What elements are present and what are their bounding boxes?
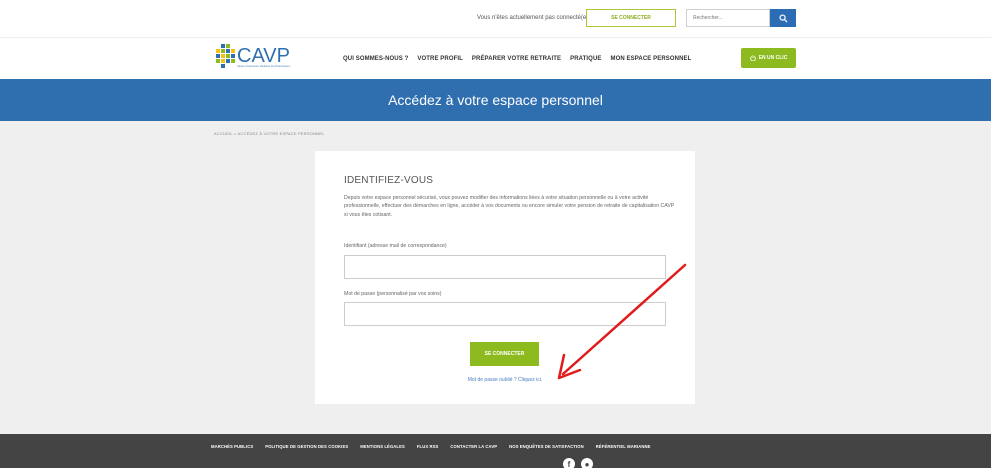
page-title: Accédez à votre espace personnel: [388, 92, 603, 108]
search-icon: [778, 13, 788, 23]
forgot-password-link[interactable]: Mot de passe oublié ? Cliquez ici.: [315, 377, 695, 383]
breadcrumb[interactable]: ACCUEIL > ACCÉDEZ À VOTRE ESPACE PERSONN…: [214, 131, 325, 136]
en-un-clic-label: EN UN CLIC: [758, 55, 788, 61]
cavp-logo[interactable]: CAVP Caisse d'Assurance Vieillesse des P…: [214, 41, 304, 73]
header-connect-button[interactable]: SE CONNECTER: [586, 9, 676, 27]
footer-link-mentions-legales[interactable]: MENTIONS LÉGALES: [360, 444, 405, 449]
logo-tagline: Caisse d'Assurance Vieillesse des Pharma…: [237, 65, 291, 68]
menu-item-pratique[interactable]: PRATIQUE: [570, 56, 601, 62]
login-submit-button[interactable]: SE CONNECTER: [470, 342, 539, 366]
main-menu: QUI SOMMES-NOUS ? VOTRE PROFIL PRÉPARER …: [343, 56, 691, 62]
site-footer: MARCHÉS PUBLICS POLITIQUE DE GESTION DES…: [0, 434, 991, 468]
footer-links: MARCHÉS PUBLICS POLITIQUE DE GESTION DES…: [211, 444, 651, 449]
identifier-label: Identifiant (adresse mail de corresponda…: [344, 243, 447, 249]
page-banner: Accédez à votre espace personnel: [0, 79, 991, 121]
menu-item-votre-profil[interactable]: VOTRE PROFIL: [417, 56, 463, 62]
logo-graphic: CAVP: [216, 44, 290, 68]
social-links: f ●: [563, 458, 593, 468]
footer-link-flux-rss[interactable]: FLUX RSS: [417, 444, 439, 449]
footer-link-contact[interactable]: CONTACTER LA CAVP: [450, 444, 497, 449]
search-input[interactable]: [686, 9, 770, 27]
identifier-input[interactable]: [344, 255, 666, 279]
footer-link-marches-publics[interactable]: MARCHÉS PUBLICS: [211, 444, 253, 449]
en-un-clic-button[interactable]: EN UN CLIC: [741, 48, 796, 68]
footer-link-marianne[interactable]: RÉFÉRENTIEL MARIANNE: [596, 444, 651, 449]
top-utility-bar: Vous n'êtes actuellement pas connecté(e)…: [0, 0, 991, 36]
social-icon[interactable]: ●: [581, 458, 593, 468]
footer-link-cookies[interactable]: POLITIQUE DE GESTION DES COOKIES: [265, 444, 348, 449]
main-content: ACCUEIL > ACCÉDEZ À VOTRE ESPACE PERSONN…: [0, 121, 991, 434]
password-input[interactable]: [344, 302, 666, 326]
main-navbar: CAVP Caisse d'Assurance Vieillesse des P…: [0, 37, 991, 77]
login-card: IDENTIFIEZ-VOUS Depuis votre espace pers…: [315, 151, 695, 404]
login-intro-text: Depuis votre espace personnel sécurisé, …: [344, 195, 675, 218]
login-heading: IDENTIFIEZ-VOUS: [344, 175, 434, 186]
logo-wordmark: CAVP: [237, 45, 290, 67]
footer-link-enquetes[interactable]: NOS ENQUÊTES DE SATISFACTION: [509, 444, 584, 449]
search-button[interactable]: [770, 9, 796, 27]
password-label: Mot de passe (personnalisé par vos soins…: [344, 291, 442, 297]
menu-item-qui-sommes-nous[interactable]: QUI SOMMES-NOUS ?: [343, 56, 408, 62]
menu-item-preparer-retraite[interactable]: PRÉPARER VOTRE RETRAITE: [472, 56, 561, 62]
power-icon: [749, 55, 756, 61]
facebook-icon[interactable]: f: [563, 458, 575, 468]
connection-status: Vous n'êtes actuellement pas connecté(e)…: [477, 15, 590, 21]
menu-item-espace-personnel[interactable]: MON ESPACE PERSONNEL: [610, 56, 691, 62]
